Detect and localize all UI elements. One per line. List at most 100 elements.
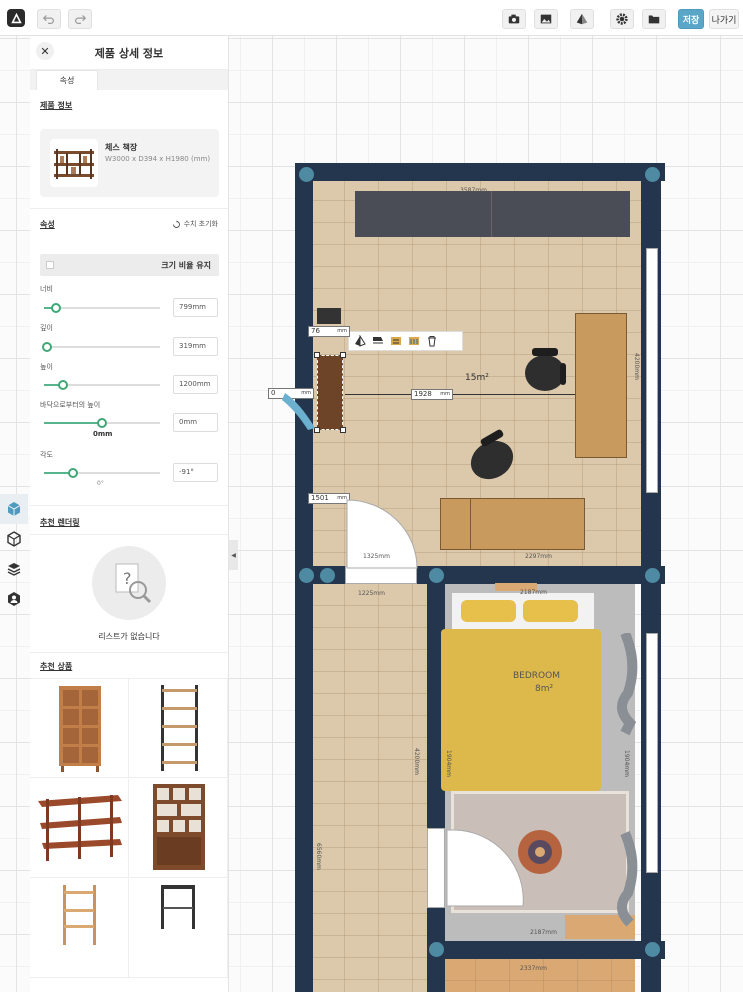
cube-icon (7, 502, 21, 516)
pillow[interactable] (461, 600, 516, 622)
lower-room-floor[interactable] (441, 958, 635, 992)
angle-slider-knob[interactable] (68, 468, 78, 478)
corner-node[interactable] (645, 167, 660, 182)
copy-button[interactable] (405, 333, 423, 349)
wall[interactable] (427, 941, 665, 959)
duvet[interactable] (441, 629, 601, 791)
dim-bottom-right: 2297mm (525, 553, 552, 560)
exit-button[interactable]: 나가기 (709, 9, 739, 29)
width-slider[interactable] (44, 303, 160, 313)
reset-icon (172, 219, 180, 228)
height-slider[interactable] (44, 380, 160, 390)
folder-icon (648, 15, 660, 24)
product-tile[interactable] (129, 679, 228, 778)
office-chair-icon[interactable] (460, 428, 525, 493)
dim-top: 3587mm (460, 187, 487, 194)
flip-button[interactable] (351, 333, 369, 349)
pillow[interactable] (523, 600, 578, 622)
redo-button[interactable] (68, 9, 92, 29)
attributes-title: 속성 (40, 220, 55, 229)
top-offset-input[interactable]: 76 mm (308, 326, 350, 337)
object-toolbar (348, 331, 463, 351)
product-tile[interactable] (129, 779, 228, 878)
recommended-products-title: 추천 상품 (40, 662, 73, 671)
corner-node[interactable] (299, 568, 314, 583)
rail-item-layers[interactable] (0, 554, 28, 584)
cubby-bookcase-image (153, 784, 205, 870)
search-document-icon: ? (115, 563, 152, 604)
depth-input[interactable]: 319mm (173, 337, 218, 356)
bedroom-area: 8m² (535, 684, 554, 694)
undo-button[interactable] (37, 9, 61, 29)
gallery-button[interactable] (534, 9, 558, 29)
right-distance-input[interactable]: 1928 mm (411, 389, 453, 400)
product-tile[interactable] (30, 679, 129, 778)
top-offset-value: 76 (311, 327, 320, 335)
curtain[interactable] (610, 633, 640, 933)
window[interactable] (646, 633, 658, 873)
view-3d-button[interactable] (570, 9, 594, 29)
keep-ratio-toggle[interactable]: 크기 비율 유지 (40, 254, 219, 276)
redo-icon (75, 15, 87, 24)
collapse-panel-button[interactable]: ◀ (229, 540, 238, 570)
layers-icon (7, 563, 21, 576)
corner-node[interactable] (299, 167, 314, 182)
camera-button[interactable] (502, 9, 526, 29)
product-tile[interactable] (129, 879, 228, 978)
dim-right: 4200mm (632, 353, 640, 380)
angle-input[interactable]: -91° (173, 463, 218, 482)
angle-label: 각도 (40, 451, 53, 459)
product-thumbnail (50, 139, 98, 187)
height-input[interactable]: 1200mm (173, 375, 218, 394)
chevron-left-icon: ◀ (231, 551, 236, 559)
keep-ratio-checkbox[interactable] (46, 261, 54, 269)
width-slider-knob[interactable] (51, 303, 61, 313)
flip-icon (355, 335, 366, 347)
bookshelf-thumbnail-icon (54, 149, 94, 179)
gear-icon (616, 13, 628, 25)
ladder-shelf-image (161, 685, 198, 771)
elevation-slider-knob[interactable] (97, 418, 107, 428)
product-tile[interactable] (30, 879, 129, 978)
height-slider-knob[interactable] (58, 380, 68, 390)
wall[interactable] (295, 163, 665, 181)
trash-icon (428, 336, 436, 347)
open-folder-button[interactable] (642, 9, 666, 29)
rail-item-account[interactable] (0, 584, 28, 614)
floor-plan[interactable]: 76 mm 0 mm 1928 mm 1501 mm 15m² 3587mm 4… (268, 163, 665, 992)
tab-attributes[interactable]: 속성 (36, 70, 98, 90)
settings-button[interactable] (610, 9, 634, 29)
dim-bedroom-left: 1904mm (444, 750, 452, 777)
product-tile[interactable] (30, 779, 129, 878)
width-input[interactable]: 799mm (173, 298, 218, 317)
save-button[interactable]: 저장 (678, 9, 704, 29)
rail-item-materials[interactable] (0, 524, 28, 554)
window[interactable] (646, 248, 658, 493)
elevation-label: 바닥으로부터의 높이 (40, 401, 101, 409)
corner-node[interactable] (645, 942, 660, 957)
bottom-offset-input[interactable]: 1501 mm (308, 493, 350, 504)
corner-node[interactable] (429, 942, 444, 957)
rotation-arrow[interactable] (280, 388, 325, 433)
desk[interactable] (575, 313, 627, 458)
corridor-floor[interactable] (310, 583, 428, 992)
wall-cabinet[interactable] (355, 191, 630, 237)
angle-slider[interactable] (44, 468, 160, 478)
delete-button[interactable] (423, 333, 441, 349)
panel-header: ✕ 제품 상세 정보 (30, 36, 228, 70)
app-logo-icon[interactable] (7, 9, 25, 27)
align-button[interactable] (369, 333, 387, 349)
corner-node[interactable] (320, 568, 335, 583)
rail-item-furniture[interactable] (0, 494, 28, 524)
side-table[interactable] (317, 308, 341, 324)
reset-values-button[interactable]: 수치 초기화 (172, 219, 218, 229)
corner-node[interactable] (429, 568, 444, 583)
depth-slider[interactable] (42, 342, 160, 352)
door-swing[interactable] (445, 828, 525, 908)
desk[interactable] (440, 498, 585, 550)
replace-button[interactable] (387, 333, 405, 349)
elevation-slider[interactable] (44, 418, 160, 428)
depth-slider-knob[interactable] (42, 342, 52, 352)
elevation-input[interactable]: 0mm (173, 413, 218, 432)
corner-node[interactable] (645, 568, 660, 583)
